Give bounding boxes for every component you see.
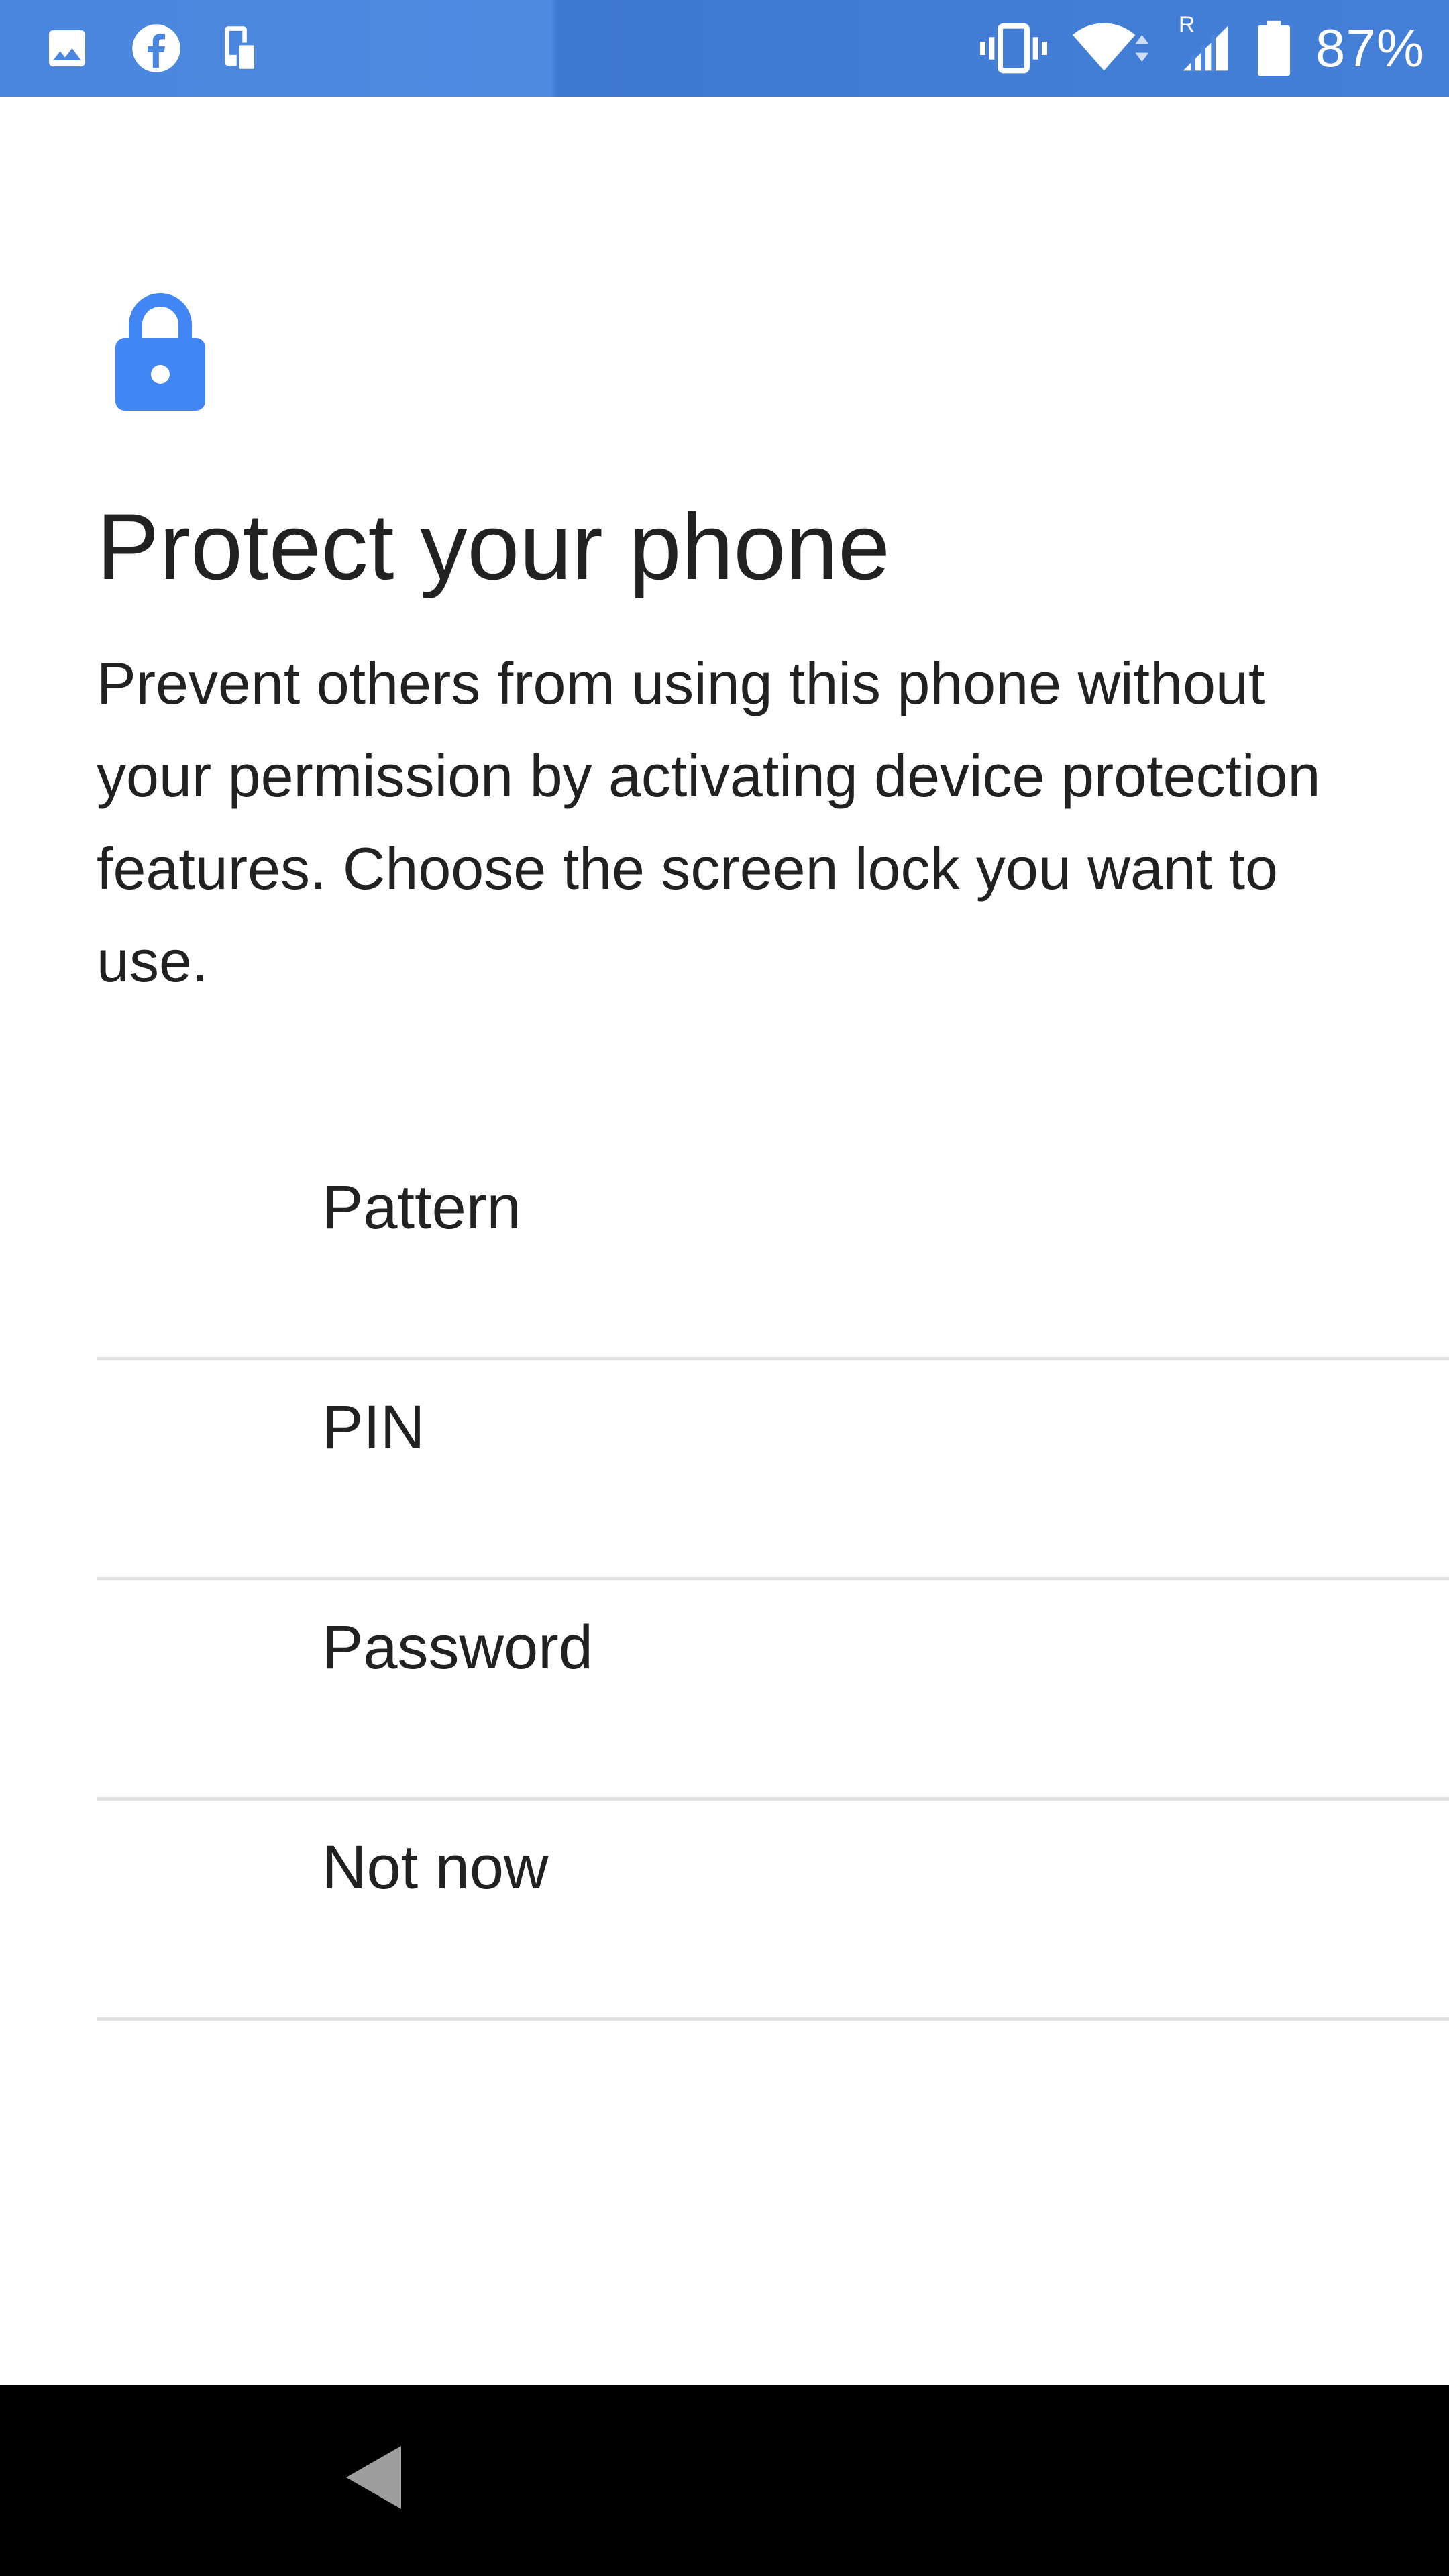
facebook-icon	[130, 22, 182, 74]
screen-lock-options: Pattern PIN Password Not now	[97, 1140, 1449, 2021]
option-not-now[interactable]: Not now	[97, 1801, 1449, 2021]
device-transfer-icon	[221, 24, 259, 72]
option-label: Not now	[322, 1833, 549, 1902]
roaming-signal-icon: R	[1179, 12, 1232, 75]
roaming-indicator: R	[1178, 12, 1195, 38]
navigation-bar	[0, 2385, 1449, 2576]
option-label: Pattern	[322, 1173, 521, 1242]
status-bar: R 87%	[0, 0, 1449, 97]
option-pattern[interactable]: Pattern	[97, 1140, 1449, 1360]
wifi-icon	[1072, 21, 1153, 75]
option-label: Password	[322, 1613, 593, 1682]
back-icon[interactable]	[342, 2440, 407, 2514]
option-label: PIN	[322, 1393, 425, 1462]
notification-icons	[43, 20, 259, 76]
battery-icon	[1257, 20, 1290, 76]
option-password[interactable]: Password	[97, 1580, 1449, 1801]
page-description: Prevent others from using this phone wit…	[97, 650, 1321, 994]
gallery-icon	[43, 24, 91, 72]
page-title: Protect your phone	[97, 494, 890, 599]
lock-icon	[115, 290, 205, 411]
system-indicators: R 87%	[979, 12, 1425, 80]
vibrate-icon	[979, 21, 1047, 75]
option-pin[interactable]: PIN	[97, 1360, 1449, 1580]
battery-percent: 87%	[1315, 18, 1425, 78]
